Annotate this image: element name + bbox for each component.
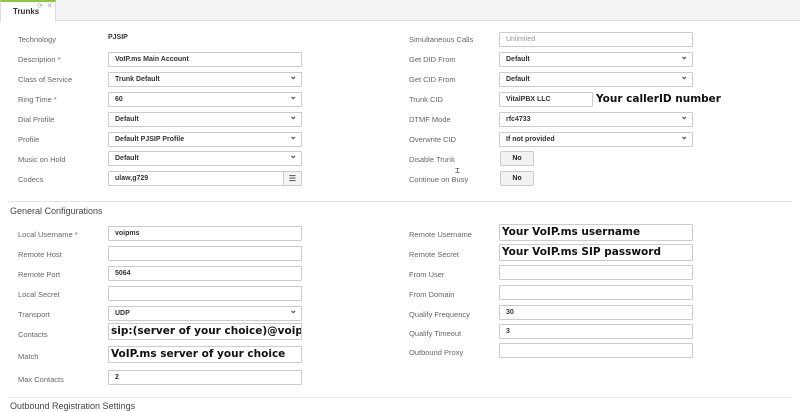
transport-label: Transport [18, 310, 50, 319]
dtmf-mode-label: DTMF Mode [409, 115, 451, 124]
get-did-from-select[interactable]: Default [499, 52, 693, 67]
disable-trunk-toggle[interactable]: No [500, 151, 534, 166]
remote-port-input[interactable]: 5064 [108, 266, 302, 281]
music-on-hold-label: Music on Hold [18, 155, 66, 164]
general-configurations-title: General Configurations [10, 206, 103, 216]
tab-label: Trunks [13, 7, 40, 16]
remote-host-input[interactable] [108, 246, 302, 261]
simultaneous-calls-input[interactable]: Unlimited [499, 32, 693, 47]
local-secret-label: Local Secret [18, 290, 60, 299]
profile-select[interactable]: Default PJSIP Profile [108, 132, 302, 147]
from-user-label: From User [409, 270, 445, 279]
outbound-proxy-input[interactable] [499, 343, 693, 358]
dtmf-mode-select[interactable]: rfc4733 [499, 112, 693, 127]
profile-label: Profile [18, 135, 40, 144]
ring-time-label: Ring Time * [18, 95, 57, 104]
tab-bar: Trunks ⟳ ✕ [0, 0, 800, 22]
codecs-label: Codecs [18, 175, 44, 184]
simultaneous-calls-label: Simultaneous Calls [409, 35, 474, 44]
max-contacts-label: Max Contacts [18, 375, 64, 384]
qualify-frequency-input[interactable]: 30 [499, 305, 693, 320]
local-username-input[interactable]: voipms [108, 226, 302, 241]
local-secret-input[interactable] [108, 286, 302, 301]
continue-on-busy-label: Continue on Busy [409, 175, 469, 184]
section-divider [8, 201, 792, 202]
ring-time-select[interactable]: 60 [108, 92, 302, 107]
overwrite-cid-select[interactable]: If not provided [499, 132, 693, 147]
refresh-close-icon[interactable]: ⟳ ✕ [37, 2, 54, 10]
qualify-frequency-label: Qualify Frequency [409, 310, 470, 319]
get-cid-from-select[interactable]: Default [499, 72, 693, 87]
match-label: Match [18, 352, 39, 361]
local-username-label: Local Username * [18, 230, 78, 239]
technology-label: Technology [18, 35, 56, 44]
remote-secret-label: Remote Secret [409, 250, 460, 259]
codecs-value: ulaw,g729 [115, 175, 149, 182]
remote-secret-input[interactable]: Your VoIP.ms SIP password [499, 244, 693, 261]
overwrite-cid-label: Overwrite CID [409, 135, 457, 144]
dial-profile-label: Dial Profile [18, 115, 55, 124]
dial-profile-select[interactable]: Default [108, 112, 302, 127]
trunk-cid-label: Trunk CID [409, 95, 443, 104]
class-of-service-select[interactable]: Trunk Default [108, 72, 302, 87]
i-beam-cursor-icon: ⌶ [455, 166, 460, 175]
codecs-input[interactable]: ulaw,g729 ☰ [108, 171, 302, 186]
remote-host-label: Remote Host [18, 250, 62, 259]
qualify-timeout-input[interactable]: 3 [499, 324, 693, 339]
trunk-cid-annotation: Your callerID number [596, 93, 721, 105]
class-of-service-label: Class of Service [18, 75, 73, 84]
outbound-registration-title: Outbound Registration Settings [10, 401, 136, 411]
tab-trunks[interactable]: Trunks ⟳ ✕ [0, 0, 56, 22]
get-did-from-label: Get DID From [409, 55, 456, 64]
from-domain-input[interactable] [499, 285, 693, 300]
from-user-input[interactable] [499, 265, 693, 280]
list-icon[interactable]: ☰ [283, 172, 301, 185]
section-divider [8, 397, 792, 398]
description-label: Description * [18, 55, 61, 64]
technology-value: PJSIP [108, 34, 128, 41]
qualify-timeout-label: Qualify Timeout [409, 329, 462, 338]
trunk-cid-input[interactable]: VitalPBX LLC [499, 92, 593, 107]
disable-trunk-label: Disable Trunk [409, 155, 455, 164]
contacts-label: Contacts [18, 330, 48, 339]
music-on-hold-select[interactable]: Default [108, 151, 302, 166]
max-contacts-input[interactable]: 2 [108, 370, 302, 385]
description-input[interactable]: VoIP.ms Main Account [108, 52, 302, 67]
remote-username-input[interactable]: Your VoIP.ms username [499, 224, 693, 241]
outbound-proxy-label: Outbound Proxy [409, 348, 464, 357]
remote-username-label: Remote Username [409, 230, 472, 239]
continue-on-busy-toggle[interactable]: No [500, 171, 534, 186]
remote-port-label: Remote Port [18, 270, 61, 279]
transport-select[interactable]: UDP [108, 306, 302, 321]
get-cid-from-label: Get CID From [409, 75, 456, 84]
from-domain-label: From Domain [409, 290, 455, 299]
match-input[interactable]: VoIP.ms server of your choice [108, 346, 302, 363]
contacts-input[interactable]: sip:(server of your choice)@voip.ms:5060 [108, 323, 302, 340]
